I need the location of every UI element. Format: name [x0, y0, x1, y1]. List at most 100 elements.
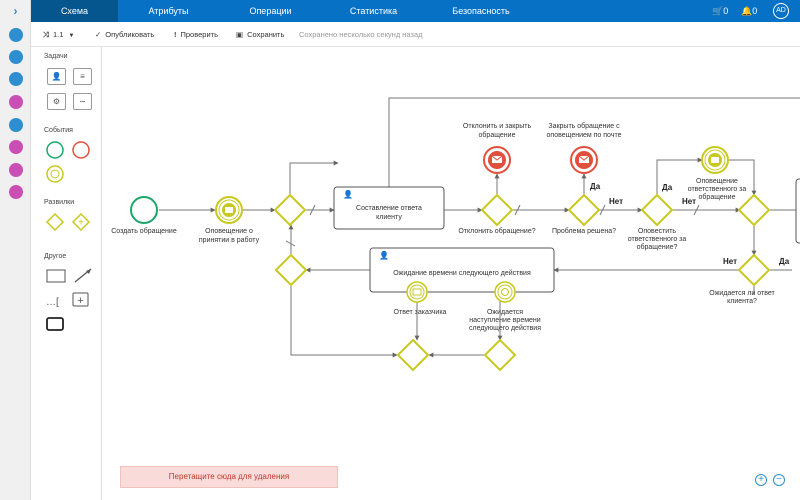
cart-count: 0 [723, 6, 729, 16]
service-task-tool[interactable]: ⚙ [47, 93, 66, 110]
yes-label: Да [662, 183, 673, 192]
tab-security[interactable]: Безопасность [431, 0, 531, 22]
other-tools: …[ + [46, 268, 92, 331]
user-task-tool[interactable]: 👤 [47, 68, 66, 85]
yes-label: Да [779, 257, 790, 266]
notifications-button[interactable]: 🔔0 [741, 0, 757, 22]
check-circle-icon[interactable] [9, 28, 23, 42]
text-annotation-tool[interactable]: …[ [46, 297, 59, 308]
wait-time-event[interactable] [494, 281, 516, 303]
delete-dropzone[interactable]: Перетащите сюда для удаления [120, 466, 338, 488]
zoom-out-button[interactable]: − [773, 474, 785, 486]
gateway-time[interactable] [483, 338, 517, 372]
customer-answer-event[interactable] [406, 281, 428, 303]
gateway-loop[interactable] [274, 253, 308, 287]
user-icon[interactable] [9, 72, 23, 86]
route-icon[interactable] [9, 163, 23, 177]
end-event-tool[interactable] [72, 141, 90, 159]
top-navigation: Схема Атрибуты Операции Статистика Безоп… [31, 0, 800, 22]
diagram-canvas[interactable]: Создать обращение Оповещение о принятии … [102, 47, 800, 500]
version-select[interactable]: ⤨ 1.1 ▼ [43, 22, 74, 47]
reject-end-label-2: обращение [479, 131, 516, 139]
reject-gateway[interactable] [480, 193, 514, 227]
reject-end-label-1: Отклонить и закрыть [463, 123, 532, 130]
wait-next-label: Ожидание времени следующего действия [393, 269, 531, 277]
palette-section-gateways: Развилки [44, 199, 75, 206]
reject-gateway-label: Отклонить обращение? [458, 227, 535, 235]
left-rail: › [0, 0, 31, 500]
wait-time-label-2: наступление времени [469, 317, 541, 324]
check-button[interactable]: ! Проверить [174, 22, 218, 47]
grid-icon[interactable] [9, 140, 23, 154]
merge-gateway[interactable] [737, 193, 771, 227]
cart-icon: 🛒 [712, 6, 724, 16]
start-event[interactable] [130, 196, 158, 224]
check-label: Проверить [180, 30, 219, 39]
tab-schema[interactable]: Схема [31, 0, 118, 22]
tab-attributes[interactable]: Атрибуты [126, 0, 211, 22]
notify-accepted-event[interactable] [215, 196, 243, 224]
notify-resp-q-label-2: ответственного за [628, 236, 687, 243]
wait-answer-label-1: Ожидается ли ответ [709, 290, 775, 297]
solved-gateway[interactable] [567, 193, 601, 227]
pool-tool[interactable] [46, 317, 64, 331]
no-label: Нет [682, 197, 696, 206]
element-palette: Задачи 👤 ≡ ⚙ ∼ События Развилки + Другое… [31, 47, 102, 500]
user-task-icon: 👤 [343, 189, 353, 199]
save-label: Сохранить [247, 30, 285, 39]
notify-resp-label-3: обращение [699, 193, 736, 201]
shuffle-icon: ⤨ [43, 30, 49, 39]
save-button[interactable]: ▣ Сохранить [236, 22, 284, 47]
avatar[interactable]: AD [773, 3, 789, 19]
subprocess-tool[interactable]: ∼ [73, 93, 92, 110]
notify-resp-gateway[interactable] [640, 193, 674, 227]
annotation-tool[interactable] [46, 269, 66, 283]
notify-accepted-label-2: принятии в работу [199, 236, 260, 244]
palette-section-events: События [44, 127, 73, 134]
notify-resp-event[interactable] [701, 146, 729, 174]
exclusive-gateway-tool[interactable] [45, 212, 65, 232]
tab-statistics[interactable]: Статистика [331, 0, 416, 22]
close-end-label-2: оповещением по почте [547, 132, 622, 139]
notify-resp-label-2: ответственного за [688, 186, 747, 193]
yes-label: Да [590, 182, 601, 191]
gateway-customer[interactable] [396, 338, 430, 372]
timer-event-tool[interactable] [46, 165, 64, 183]
cart-button[interactable]: 🛒0 [712, 0, 728, 22]
close-end-label-1: Закрыть обращение с [548, 122, 620, 130]
exclamation-icon: ! [174, 30, 177, 39]
notify-resp-label-1: Оповещение [696, 178, 738, 185]
notify-accepted-label-1: Оповещение о [205, 228, 253, 235]
event-tools [46, 141, 90, 183]
send-icon[interactable] [9, 185, 23, 199]
palette-section-tasks: Задачи [44, 53, 68, 60]
zoom-in-button[interactable]: + [755, 474, 767, 486]
compose-answer-label-2: клиенту [376, 214, 402, 221]
document-icon[interactable] [9, 118, 23, 132]
plus-icon: + [78, 218, 84, 229]
notify-resp-q-label-1: Оповестить [638, 228, 676, 235]
start-event-tool[interactable] [46, 141, 64, 159]
gateway-1[interactable] [273, 193, 307, 227]
expand-rail-icon[interactable]: › [0, 0, 31, 22]
no-label: Нет [723, 257, 737, 266]
notify-resp-q-label-3: обращение? [637, 243, 678, 251]
no-label: Нет [609, 197, 623, 206]
floppy-icon: ▣ [236, 30, 244, 39]
publish-label: Опубликовать [105, 30, 155, 39]
customer-answer-label: Ответ заказчика [394, 309, 447, 316]
wait-answer-label-2: клиента? [727, 298, 757, 305]
settings-icon[interactable] [9, 95, 23, 109]
offscreen-task[interactable] [795, 178, 800, 244]
wait-answer-gateway[interactable] [737, 253, 771, 287]
script-task-tool[interactable]: ≡ [73, 68, 92, 85]
version-label: 1.1 [53, 30, 64, 39]
wait-time-label-1: Ожидается [487, 309, 523, 316]
publish-button[interactable]: ✓ Опубликовать [95, 22, 154, 47]
bell-icon: 🔔 [741, 6, 753, 16]
mail-icon[interactable] [9, 50, 23, 64]
start-event-label: Создать обращение [111, 227, 177, 235]
plus-icon: + [77, 295, 83, 307]
toolbar: ⤨ 1.1 ▼ ✓ Опубликовать ! Проверить ▣ Сохрани… [31, 22, 800, 47]
tab-operations[interactable]: Операции [228, 0, 313, 22]
